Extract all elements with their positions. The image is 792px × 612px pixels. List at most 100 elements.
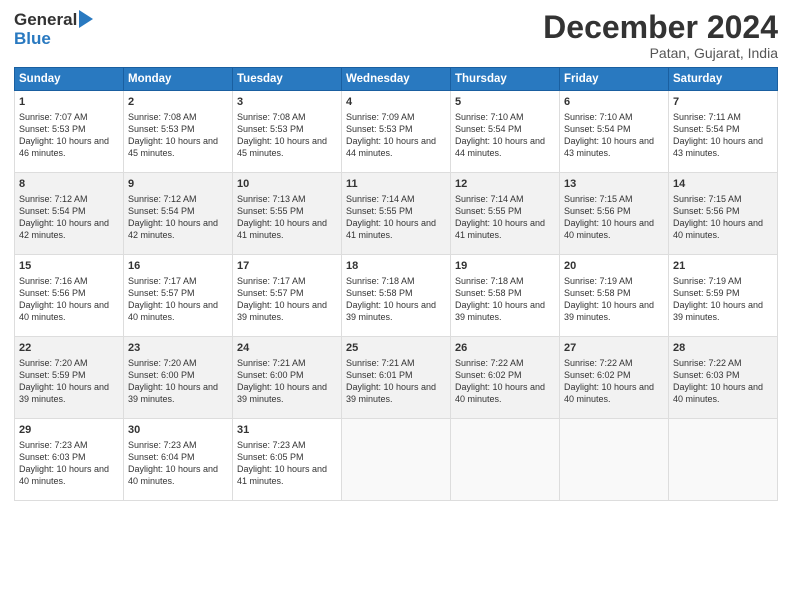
sunset-text: Sunset: 5:57 PM <box>237 288 304 298</box>
table-row: 16Sunrise: 7:17 AMSunset: 5:57 PMDayligh… <box>124 255 233 337</box>
table-row <box>669 419 778 501</box>
daylight-text: Daylight: 10 hours and 44 minutes. <box>455 136 545 158</box>
day-number: 11 <box>346 177 446 192</box>
day-number: 26 <box>455 341 555 356</box>
sunset-text: Sunset: 5:54 PM <box>19 206 86 216</box>
calendar-week-row: 15 Sunrise: 7:16 AM Sunset: 5:56 PM Dayligh… <box>15 255 778 337</box>
calendar-week-row: 29Sunrise: 7:23 AMSunset: 6:03 PMDayligh… <box>15 419 778 501</box>
table-row: 2Sunrise: 7:08 AMSunset: 5:53 PMDaylight… <box>124 91 233 173</box>
daylight-text: Daylight: 10 hours and 40 minutes. <box>673 382 763 404</box>
col-wednesday: Wednesday <box>342 68 451 91</box>
table-row <box>560 419 669 501</box>
day-number: 6 <box>564 95 664 110</box>
daylight-text: Daylight: 10 hours and 40 minutes. <box>19 464 109 486</box>
sunrise-text: Sunrise: 7:17 AM <box>237 276 306 286</box>
sunset-text: Sunset: 5:58 PM <box>564 288 631 298</box>
sunrise-text: Sunrise: 7:18 AM <box>346 276 415 286</box>
day-number: 25 <box>346 341 446 356</box>
daylight-text: Daylight: 10 hours and 40 minutes. <box>128 300 218 322</box>
sunset-text: Sunset: 5:56 PM <box>19 288 86 298</box>
sunrise-text: Sunrise: 7:11 AM <box>673 112 741 122</box>
sunset-text: Sunset: 5:55 PM <box>455 206 522 216</box>
sunset-text: Sunset: 5:53 PM <box>346 124 413 134</box>
sunrise-text: Sunrise: 7:19 AM <box>673 276 742 286</box>
sunrise-text: Sunrise: 7:16 AM <box>19 276 88 286</box>
sunrise-text: Sunrise: 7:12 AM <box>128 194 197 204</box>
title-area: December 2024 Patan, Gujarat, India <box>543 10 778 61</box>
table-row: 6Sunrise: 7:10 AMSunset: 5:54 PMDaylight… <box>560 91 669 173</box>
sunset-text: Sunset: 6:04 PM <box>128 452 195 462</box>
day-number: 20 <box>564 259 664 274</box>
sunset-text: Sunset: 5:59 PM <box>19 370 86 380</box>
day-number: 22 <box>19 341 119 356</box>
daylight-text: Daylight: 10 hours and 41 minutes. <box>237 464 327 486</box>
table-row: 12Sunrise: 7:14 AMSunset: 5:55 PMDayligh… <box>451 173 560 255</box>
day-number: 1 <box>19 95 119 110</box>
daylight-text: Daylight: 10 hours and 41 minutes. <box>346 218 436 240</box>
daylight-text: Daylight: 10 hours and 43 minutes. <box>673 136 763 158</box>
sunrise-text: Sunrise: 7:23 AM <box>128 440 197 450</box>
daylight-text: Daylight: 10 hours and 39 minutes. <box>673 300 763 322</box>
table-row: 23Sunrise: 7:20 AMSunset: 6:00 PMDayligh… <box>124 337 233 419</box>
sunset-text: Sunset: 5:54 PM <box>673 124 740 134</box>
table-row: 18Sunrise: 7:18 AMSunset: 5:58 PMDayligh… <box>342 255 451 337</box>
calendar-body: 1Sunrise: 7:07 AMSunset: 5:53 PMDaylight… <box>15 91 778 501</box>
sunrise-text: Sunrise: 7:08 AM <box>237 112 306 122</box>
table-row: 26Sunrise: 7:22 AMSunset: 6:02 PMDayligh… <box>451 337 560 419</box>
table-row: 9Sunrise: 7:12 AMSunset: 5:54 PMDaylight… <box>124 173 233 255</box>
daylight-text: Daylight: 10 hours and 39 minutes. <box>564 300 654 322</box>
day-number: 3 <box>237 95 337 110</box>
day-number: 12 <box>455 177 555 192</box>
logo-general-text: General <box>14 10 77 30</box>
month-title: December 2024 <box>543 10 778 45</box>
calendar-week-row: 1Sunrise: 7:07 AMSunset: 5:53 PMDaylight… <box>15 91 778 173</box>
day-number: 28 <box>673 341 773 356</box>
sunset-text: Sunset: 5:53 PM <box>19 124 86 134</box>
sunset-text: Sunset: 5:59 PM <box>673 288 740 298</box>
day-number: 31 <box>237 423 337 438</box>
daylight-text: Daylight: 10 hours and 39 minutes. <box>346 300 436 322</box>
daylight-text: Daylight: 10 hours and 39 minutes. <box>19 382 109 404</box>
table-row: 30Sunrise: 7:23 AMSunset: 6:04 PMDayligh… <box>124 419 233 501</box>
daylight-text: Daylight: 10 hours and 40 minutes. <box>128 464 218 486</box>
daylight-text: Daylight: 10 hours and 43 minutes. <box>564 136 654 158</box>
daylight-text: Daylight: 10 hours and 45 minutes. <box>237 136 327 158</box>
sunrise-text: Sunrise: 7:08 AM <box>128 112 197 122</box>
sunset-text: Sunset: 6:02 PM <box>564 370 631 380</box>
table-row: 28Sunrise: 7:22 AMSunset: 6:03 PMDayligh… <box>669 337 778 419</box>
sunset-text: Sunset: 5:55 PM <box>346 206 413 216</box>
table-row: 8Sunrise: 7:12 AMSunset: 5:54 PMDaylight… <box>15 173 124 255</box>
sunrise-text: Sunrise: 7:10 AM <box>564 112 633 122</box>
table-row: 22Sunrise: 7:20 AMSunset: 5:59 PMDayligh… <box>15 337 124 419</box>
calendar-week-row: 22Sunrise: 7:20 AMSunset: 5:59 PMDayligh… <box>15 337 778 419</box>
location: Patan, Gujarat, India <box>543 45 778 61</box>
daylight-text: Daylight: 10 hours and 40 minutes. <box>673 218 763 240</box>
table-row: 27Sunrise: 7:22 AMSunset: 6:02 PMDayligh… <box>560 337 669 419</box>
table-row: 19Sunrise: 7:18 AMSunset: 5:58 PMDayligh… <box>451 255 560 337</box>
sunrise-text: Sunrise: 7:12 AM <box>19 194 88 204</box>
col-saturday: Saturday <box>669 68 778 91</box>
daylight-text: Daylight: 10 hours and 42 minutes. <box>19 218 109 240</box>
daylight-text: Daylight: 10 hours and 41 minutes. <box>455 218 545 240</box>
table-row: 1Sunrise: 7:07 AMSunset: 5:53 PMDaylight… <box>15 91 124 173</box>
day-number: 23 <box>128 341 228 356</box>
table-row: 21Sunrise: 7:19 AMSunset: 5:59 PMDayligh… <box>669 255 778 337</box>
daylight-text: Daylight: 10 hours and 39 minutes. <box>455 300 545 322</box>
day-number: 15 <box>19 259 119 274</box>
sunset-text: Sunset: 5:53 PM <box>237 124 304 134</box>
table-row: 13Sunrise: 7:15 AMSunset: 5:56 PMDayligh… <box>560 173 669 255</box>
table-row: 24Sunrise: 7:21 AMSunset: 6:00 PMDayligh… <box>233 337 342 419</box>
day-number: 5 <box>455 95 555 110</box>
daylight-text: Daylight: 10 hours and 46 minutes. <box>19 136 109 158</box>
day-number: 7 <box>673 95 773 110</box>
logo: General Blue <box>14 10 93 47</box>
day-number: 16 <box>128 259 228 274</box>
logo-blue-text: Blue <box>14 30 51 47</box>
col-tuesday: Tuesday <box>233 68 342 91</box>
sunrise-text: Sunrise: 7:15 AM <box>673 194 742 204</box>
day-number: 4 <box>346 95 446 110</box>
day-number: 13 <box>564 177 664 192</box>
daylight-text: Daylight: 10 hours and 39 minutes. <box>237 300 327 322</box>
logo-arrow-icon <box>79 10 93 28</box>
day-number: 18 <box>346 259 446 274</box>
